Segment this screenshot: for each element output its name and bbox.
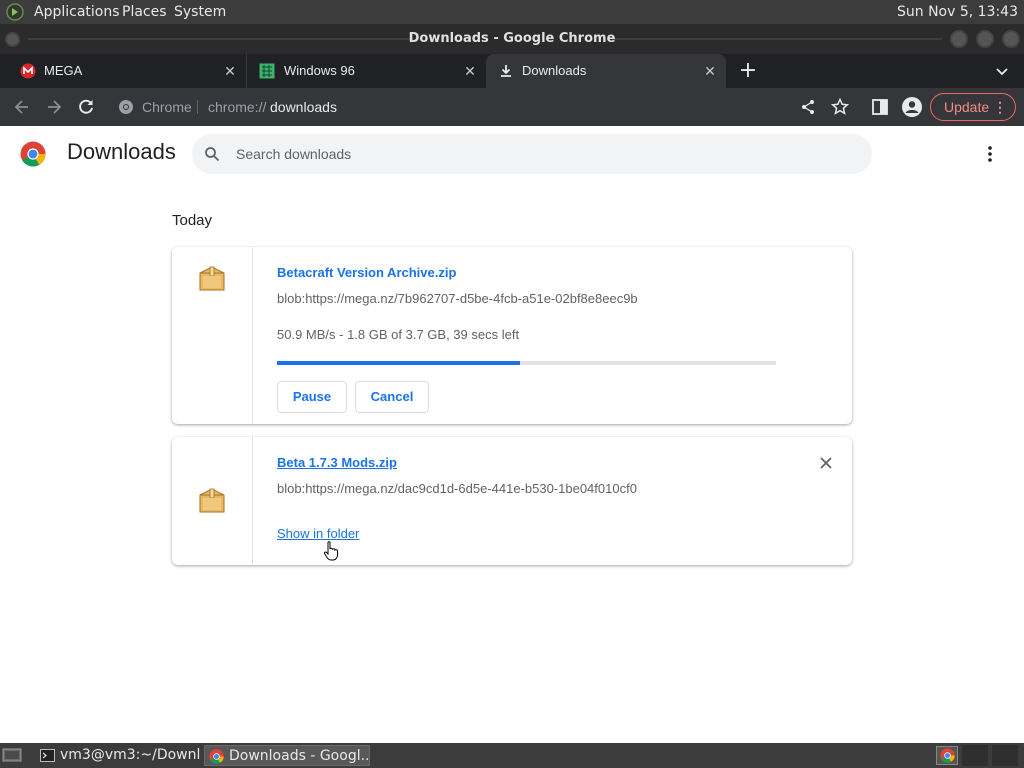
tab-mega[interactable]: MEGA ✕ <box>0 54 246 88</box>
download-progress-bar <box>277 361 776 365</box>
browser-toolbar: Chrome chrome:// downloads Update ⋮ <box>0 88 1024 126</box>
section-header-today: Today <box>172 212 213 229</box>
menu-applications[interactable]: Applications <box>34 0 120 24</box>
more-actions-icon[interactable] <box>980 144 1000 164</box>
file-source-url: blob:https://mega.nz/7b962707-d5be-4fcb-… <box>277 291 638 306</box>
hand-cursor-icon <box>323 541 338 561</box>
share-icon[interactable] <box>798 97 818 117</box>
file-name-link[interactable]: Beta 1.7.3 Mods.zip <box>277 455 397 470</box>
file-icon-column <box>172 437 253 565</box>
address-separator <box>197 100 198 114</box>
top-panel: Applications Places System Sun Nov 5, 13… <box>0 0 1024 24</box>
file-name-link[interactable]: Betacraft Version Archive.zip <box>277 265 456 280</box>
download-item: Beta 1.7.3 Mods.zip blob:https://mega.nz… <box>172 437 852 565</box>
kebab-menu-icon: ⋮ <box>993 99 1007 115</box>
window-titlebar[interactable]: Downloads - Google Chrome <box>0 24 1024 54</box>
window-title: Downloads - Google Chrome <box>408 31 616 46</box>
workspace-switcher-active[interactable] <box>936 746 958 765</box>
url-path: downloads <box>270 99 337 115</box>
search-box[interactable] <box>192 134 872 174</box>
cancel-button[interactable]: Cancel <box>355 381 429 413</box>
update-label: Update <box>944 99 990 115</box>
taskbar-item-chrome[interactable]: Downloads - Googl... <box>204 745 370 766</box>
show-desktop-icon[interactable] <box>2 747 22 763</box>
forward-arrow-icon[interactable] <box>44 97 64 117</box>
bottom-taskbar: vm3@vm3:~/Downl... Downloads - Googl... <box>0 743 1024 768</box>
maximize-button[interactable] <box>976 30 994 48</box>
menu-places[interactable]: Places <box>122 0 167 24</box>
show-in-folder-link[interactable]: Show in folder <box>277 526 359 541</box>
tab-downloads[interactable]: Downloads ✕ <box>486 54 726 88</box>
side-panel-icon[interactable] <box>870 97 890 117</box>
bookmark-star-icon[interactable] <box>830 97 850 117</box>
address-bar[interactable]: Chrome chrome:// downloads <box>108 92 900 122</box>
workspace-switcher[interactable] <box>992 745 1018 766</box>
chrome-logo-icon <box>20 141 46 167</box>
remove-from-list-icon[interactable] <box>818 455 834 471</box>
taskbar-item-label: Downloads - Googl... <box>229 748 370 764</box>
file-source-url: blob:https://mega.nz/dac9cd1d-6d5e-441e-… <box>277 481 637 496</box>
close-tab-icon[interactable]: ✕ <box>462 63 478 79</box>
panel-clock[interactable]: Sun Nov 5, 13:43 <box>897 0 1018 24</box>
new-tab-button[interactable]: + <box>736 60 760 84</box>
tab-strip: MEGA ✕ Windows 96 ✕ Downloads ✕ + <box>0 54 1024 88</box>
chrome-icon <box>209 749 224 764</box>
archive-file-icon <box>199 266 225 291</box>
update-button[interactable]: Update ⋮ <box>930 93 1016 121</box>
system-logo-icon[interactable] <box>6 3 24 21</box>
chrome-icon <box>940 748 955 763</box>
windows96-icon <box>259 63 275 79</box>
file-icon-column <box>172 247 253 424</box>
taskbar-item-label: vm3@vm3:~/Downl... <box>60 747 200 763</box>
menu-system[interactable]: System <box>174 0 226 24</box>
download-item: Betacraft Version Archive.zip blob:https… <box>172 247 852 424</box>
tab-windows-96[interactable]: Windows 96 ✕ <box>246 54 486 88</box>
back-arrow-icon[interactable] <box>12 97 32 117</box>
terminal-icon <box>40 749 55 762</box>
pause-button[interactable]: Pause <box>277 381 347 413</box>
tab-label: MEGA <box>44 63 83 78</box>
close-window-button[interactable] <box>1002 30 1020 48</box>
search-icon <box>205 147 220 162</box>
search-input[interactable] <box>236 134 856 174</box>
page-title: Downloads <box>67 139 176 164</box>
tab-label: Downloads <box>522 63 587 78</box>
url-scheme: chrome:// <box>208 99 267 115</box>
download-status: 50.9 MB/s - 1.8 GB of 3.7 GB, 39 secs le… <box>277 327 520 342</box>
chevron-down-icon[interactable] <box>994 63 1010 79</box>
tab-label: Windows 96 <box>284 63 355 78</box>
archive-file-icon <box>199 488 225 513</box>
close-tab-icon[interactable]: ✕ <box>702 63 718 79</box>
download-icon <box>501 65 511 77</box>
site-chip-label: Chrome <box>142 99 192 115</box>
taskbar-item-terminal[interactable]: vm3@vm3:~/Downl... <box>36 745 200 766</box>
profile-avatar-icon[interactable] <box>902 97 922 117</box>
downloads-page: Downloads Today Betacraft Version Archiv… <box>0 126 1024 743</box>
mega-icon <box>20 63 36 79</box>
chrome-site-icon <box>119 100 133 114</box>
reload-icon[interactable] <box>76 97 96 117</box>
progress-fill <box>277 361 520 365</box>
workspace-switcher[interactable] <box>962 745 988 766</box>
close-tab-icon[interactable]: ✕ <box>222 63 238 79</box>
minimize-button[interactable] <box>950 30 968 48</box>
